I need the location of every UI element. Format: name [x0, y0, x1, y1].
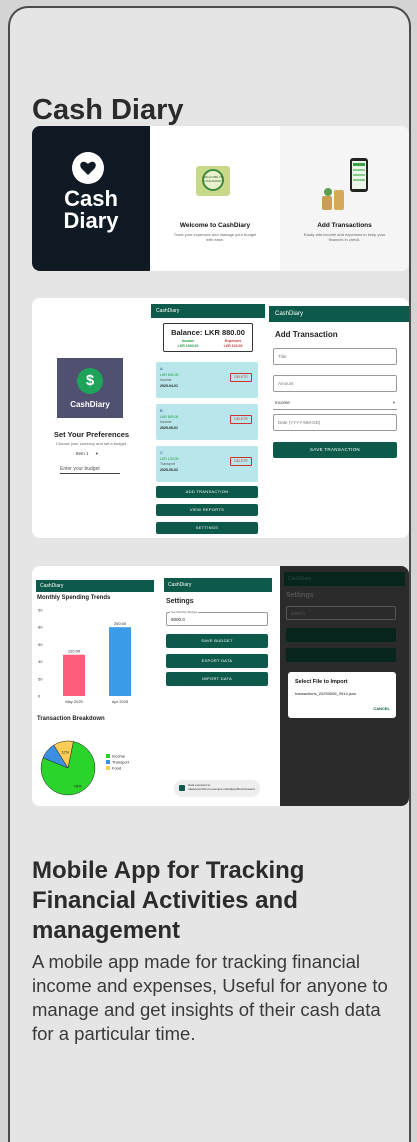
y-tick-label: 50: [38, 608, 43, 613]
welcome-badge-text: WELCOME TO CASHDIARY: [202, 175, 224, 183]
save-budget-button[interactable]: SAVE BUDGET: [166, 634, 268, 648]
balance-text: Balance: LKR 880.00: [171, 328, 245, 337]
transaction-item: C LKR 120.00 Transport 2025-05-02 DELETE: [156, 446, 258, 482]
app-logo-text: CashDiary: [70, 400, 110, 409]
currency-select[interactable]: Item 1 ▾: [76, 451, 110, 459]
welcome-badge: WELCOME TO CASHDIARY: [196, 166, 230, 196]
expenses-value: LKR 120.00: [223, 344, 243, 348]
page-title: Cash Diary: [32, 94, 184, 126]
settings-title-dimmed: Settings: [286, 592, 314, 599]
import-dialog-screen: CashDiary Settings 5000.0 Select File to…: [280, 566, 409, 806]
legend-label: Income: [112, 754, 126, 759]
home-screenshot: $ CashDiary Set Your Preferences Choose …: [32, 298, 409, 538]
breakdown-title: Transaction Breakdown: [37, 716, 105, 722]
add-transaction-button[interactable]: ADD TRANSACTION: [156, 486, 258, 498]
settings-button[interactable]: SETTINGS: [156, 522, 258, 534]
app-icon: [179, 785, 185, 791]
welcome-text: Track your expenses and manage your budg…: [173, 232, 257, 242]
transaction-item: A LKR 500.00 Income 2025-04-01 DELETE: [156, 362, 258, 398]
legend-swatch: [106, 760, 110, 764]
main-screen: CashDiary Balance: LKR 880.00 Income LKR…: [151, 298, 265, 538]
y-tick-label: 30: [38, 659, 43, 664]
app-bar: CashDiary: [284, 572, 405, 586]
cancel-button[interactable]: CANCEL: [373, 706, 390, 711]
date-input[interactable]: Date (YYYY-MM-DD): [273, 414, 397, 431]
preferences-title: Set Your Preferences: [53, 430, 130, 439]
legend-label: Food: [112, 766, 121, 771]
project-card: Cash Diary Cash Diary WELCOME TO CASHDIA…: [8, 6, 411, 1142]
onboarding-screenshot: Cash Diary WELCOME TO CASHDIARY Welcome …: [32, 126, 409, 271]
export-toast: Data exported to: /data/user/0/com.examp…: [174, 780, 260, 797]
project-description: A mobile app made for tracking financial…: [32, 951, 388, 1044]
budget-field-dimmed: 5000.0: [286, 606, 396, 620]
app-bar: CashDiary: [36, 580, 154, 592]
app-bar: CashDiary: [151, 304, 265, 318]
delete-button[interactable]: DELETE: [230, 457, 252, 466]
dialog-title: Select File to Import: [295, 679, 348, 685]
balance-card: Balance: LKR 880.00 Income LKR 1000.00 E…: [163, 323, 253, 352]
splash-panel: Cash Diary: [32, 126, 150, 271]
import-dialog: Select File to Import transactions_20250…: [288, 672, 396, 718]
expenses-label: Expenses: [224, 339, 242, 343]
income-label: Income: [181, 339, 195, 343]
delete-button[interactable]: DELETE: [230, 415, 252, 424]
category-select[interactable]: Income ▾: [273, 398, 397, 410]
dollar-icon: $: [77, 368, 103, 394]
data-label: 120.00: [68, 649, 81, 654]
y-tick-label: 50: [38, 642, 43, 647]
y-tick-label: 0: [38, 694, 41, 699]
delete-button[interactable]: DELETE: [230, 373, 252, 382]
view-reports-button[interactable]: VIEW REPORTS: [156, 504, 258, 516]
settings-screen: CashDiary Settings Set Monthly Budget 50…: [160, 566, 276, 806]
logo-text-diary: Diary: [63, 208, 119, 233]
legend-label: Transport: [112, 760, 130, 765]
preferences-screen: $ CashDiary Set Your Preferences Choose …: [32, 298, 151, 538]
phone-illustration: [350, 158, 368, 192]
welcome-panel: WELCOME TO CASHDIARY Welcome to CashDiar…: [150, 126, 280, 271]
reports-screenshot: CashDiary Monthly Spending Trends 0 50 30 5…: [32, 566, 409, 806]
y-tick-label: 50: [38, 676, 43, 681]
y-tick-label: 80: [38, 625, 43, 630]
settings-title: Settings: [166, 598, 194, 605]
import-data-button[interactable]: IMPORT DATA: [166, 672, 268, 686]
app-bar: CashDiary: [164, 578, 272, 592]
slice-label: 78%: [74, 783, 82, 788]
pie-chart: 78% 12% IncomeTransportFood: [40, 740, 130, 796]
project-heading: Mobile App for Tracking Financial Activi…: [32, 857, 305, 944]
export-data-button[interactable]: EXPORT DATA: [166, 654, 268, 668]
transaction-item: B LKR 500.00 Income 2025-05-01 DELETE: [156, 404, 258, 440]
file-item[interactable]: transactions_20250506_0914.json: [295, 691, 356, 696]
save-transaction-button[interactable]: SAVE TRANSACTION: [273, 442, 397, 458]
bar-chart: 0 50 30 50 80 50 120.00 May 2025 200.00 Apr 2025: [38, 608, 131, 704]
budget-input[interactable]: Enter your budget: [60, 466, 120, 474]
title-input[interactable]: Title: [273, 348, 397, 365]
slice-label: 12%: [61, 750, 69, 755]
app-logo: $ CashDiary: [57, 358, 123, 418]
x-tick-label: May 2025: [65, 699, 83, 704]
add-transactions-panel: Add Transactions Easily add income and e…: [280, 126, 409, 271]
budget-field[interactable]: Set Monthly Budget 5000.0: [166, 610, 268, 626]
app-bar: CashDiary: [269, 306, 409, 322]
chevron-down-icon: ▾: [392, 400, 395, 405]
add-title: Add Transactions: [317, 222, 372, 229]
add-transaction-screen: CashDiary Add Transaction Title Amount I…: [269, 298, 409, 538]
amount-input[interactable]: Amount: [273, 375, 397, 392]
chart-title: Monthly Spending Trends: [37, 595, 111, 601]
reports-screen: CashDiary Monthly Spending Trends 0 50 30 5…: [32, 566, 156, 806]
income-value: LKR 1000.00: [177, 344, 199, 348]
add-transaction-title: Add Transaction: [275, 330, 338, 339]
x-tick-label: Apr 2025: [112, 699, 129, 704]
logo-heart-icon: [72, 152, 104, 184]
bar: [109, 627, 131, 696]
preferences-subtitle: Choose your currency and set a budget.: [55, 441, 128, 446]
legend-swatch: [106, 754, 110, 758]
data-label: 200.00: [114, 621, 127, 626]
legend-swatch: [106, 766, 110, 770]
bar: [63, 654, 85, 696]
chevron-down-icon: ▾: [95, 451, 99, 456]
welcome-title: Welcome to CashDiary: [179, 222, 251, 229]
add-text: Easily add income and expenses to keep y…: [303, 232, 386, 242]
